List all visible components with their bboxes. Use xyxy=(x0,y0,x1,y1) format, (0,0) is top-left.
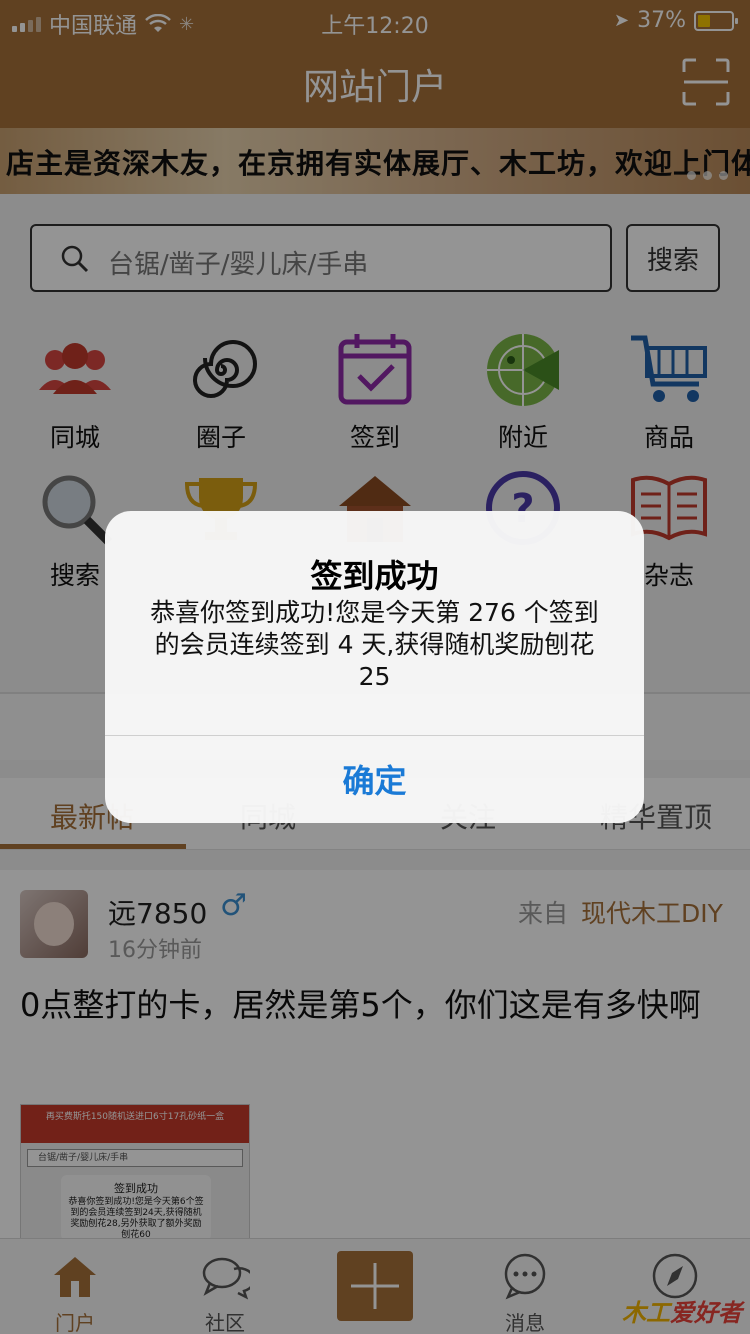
dialog-title: 签到成功 xyxy=(310,557,439,595)
dialog-message: 恭喜你签到成功!您是今天第 276 个签到的会员连续签到 4 天,获得随机奖励刨… xyxy=(150,598,599,691)
dialog-ok-button[interactable]: 确定 xyxy=(105,735,644,823)
checkin-alert-dialog: 签到成功 恭喜你签到成功!您是今天第 276 个签到的会员连续签到 4 天,获得… xyxy=(105,511,644,823)
